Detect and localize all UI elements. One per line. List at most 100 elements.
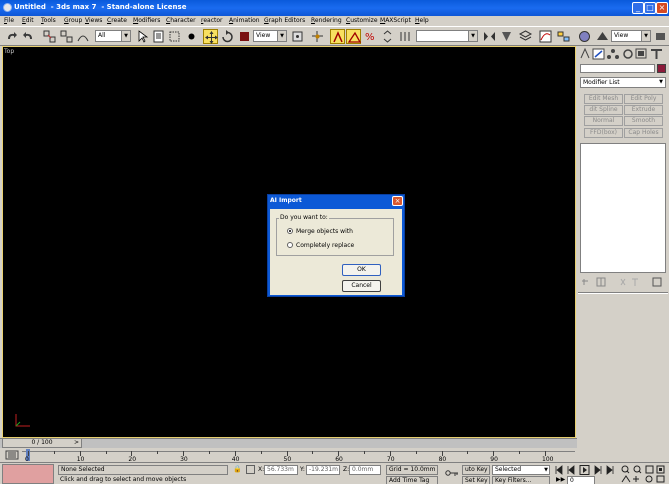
configure-modifier-sets-icon[interactable] [652,277,662,287]
menu-graph-editors[interactable]: Graph Editors [264,17,305,24]
x-coord-field[interactable]: 56.733m [264,465,298,475]
menu-character[interactable]: Character [166,17,196,24]
snaps-toggle-icon[interactable] [330,29,345,44]
make-unique-icon[interactable] [620,278,626,286]
auto-key-button[interactable]: uto Key [462,465,490,475]
modify-tab-icon[interactable] [592,48,605,60]
go-to-end-icon[interactable] [606,465,614,475]
menu-tools[interactable]: Tools [41,17,56,24]
zoom-extents-icon[interactable] [645,465,654,474]
edit-mesh-button[interactable]: Edit Mesh [584,94,623,104]
menu-maxscript[interactable]: MAXScript [380,17,411,24]
smooth-button[interactable]: Smooth [624,116,663,126]
modifier-stack[interactable] [580,143,666,273]
next-frame-arrow[interactable]: > [74,439,79,446]
align-icon[interactable] [499,29,514,44]
merge-radio[interactable] [287,228,293,234]
menu-rendering[interactable]: Rendering [311,17,342,24]
layer-manager-icon[interactable] [518,29,533,44]
window-crossing-icon[interactable] [184,29,199,44]
select-and-scale-icon[interactable] [237,29,252,44]
y-coord-field[interactable]: -19.231m [306,465,340,475]
normal-button[interactable]: Normal [584,116,623,126]
spinner-snap-icon[interactable] [380,29,395,44]
replace-option-label[interactable]: Completely replace [296,242,354,249]
menu-customize[interactable]: Customize [346,17,378,24]
lock-selection-icon[interactable]: 🔒 [233,465,242,473]
set-key-button[interactable]: Set Key [462,476,490,484]
menu-help[interactable]: Help [415,17,429,24]
motion-tab-icon[interactable] [623,49,633,59]
absolute-mode-icon[interactable] [246,465,255,474]
play-icon[interactable] [579,465,590,475]
key-icon[interactable] [445,468,459,478]
z-coord-field[interactable]: 0.0mm [349,465,381,475]
menu-create[interactable]: Create [107,17,127,24]
ffd-box-button[interactable]: FFD(box) [584,128,623,138]
key-mode-toggle-icon[interactable]: ▶▶ [556,476,565,483]
redo-icon[interactable] [21,29,36,44]
named-selection-icon[interactable] [398,29,413,44]
display-tab-icon[interactable] [635,48,647,59]
pivot-point-icon[interactable] [290,29,305,44]
object-name-field[interactable] [580,64,655,73]
edit-poly-button[interactable]: Edit Poly [624,94,663,104]
show-end-result-icon[interactable] [596,277,606,287]
modifier-list-dropdown[interactable]: Modifier List ▼ [580,77,666,88]
remove-modifier-icon[interactable] [632,278,638,286]
menu-group[interactable]: Group [64,17,82,24]
select-and-move-icon[interactable] [203,29,218,44]
render-type-dropdown[interactable]: View ▼ [611,30,651,42]
select-by-name-icon[interactable] [151,29,166,44]
time-slider-thumb[interactable]: 0 / 100 [2,438,82,448]
object-color-swatch[interactable] [657,64,666,73]
material-editor-icon[interactable] [577,29,592,44]
previous-frame-icon[interactable] [567,465,575,475]
select-and-rotate-icon[interactable] [220,29,235,44]
open-mini-curve-editor-icon[interactable] [5,450,19,460]
menu-edit[interactable]: Edit [22,17,34,24]
schematic-view-icon[interactable] [556,29,571,44]
next-frame-icon[interactable] [594,465,602,475]
hierarchy-tab-icon[interactable] [607,49,619,59]
zoom-extents-all-icon[interactable] [656,465,665,474]
menu-views[interactable]: Views [85,17,102,24]
merge-option-label[interactable]: Merge objects with [296,228,353,235]
render-scene-icon[interactable] [595,29,610,44]
rectangular-selection-icon[interactable] [167,29,182,44]
replace-radio[interactable] [287,242,293,248]
utilities-tab-icon[interactable] [651,49,662,59]
zoom-icon[interactable] [621,465,630,474]
app-icon[interactable] [3,3,12,12]
close-window-button[interactable]: × [656,2,668,14]
manipulate-icon[interactable] [310,29,325,44]
named-selection-sets-dropdown[interactable]: ▼ [416,30,478,42]
minimize-button[interactable]: _ [632,2,644,14]
pan-icon[interactable] [633,476,639,482]
edit-spline-button[interactable]: dit Spline [584,105,623,115]
time-slider-track[interactable] [0,438,577,448]
cancel-button[interactable]: Cancel [342,280,381,292]
selection-filter-dropdown[interactable]: All ▼ [95,30,131,42]
menu-modifiers[interactable]: Modifiers [133,17,160,24]
create-tab-icon[interactable] [580,47,590,59]
menu-file[interactable]: File [4,17,14,24]
arc-rotate-icon[interactable] [645,475,653,483]
key-mode-dropdown[interactable]: Selected ▼ [492,465,550,475]
angle-snap-icon[interactable] [346,29,362,44]
bind-space-warp-icon[interactable] [76,29,91,44]
cap-holes-button[interactable]: Cap Holes [624,128,663,138]
reference-coordinate-dropdown[interactable]: View ▼ [253,30,287,42]
dialog-close-button[interactable]: × [392,196,403,206]
curve-editor-icon[interactable] [538,29,553,44]
select-object-icon[interactable] [135,29,150,44]
quick-render-icon[interactable] [653,29,668,44]
link-icon[interactable] [42,29,57,44]
ok-button[interactable]: OK [342,264,381,276]
menu-animation[interactable]: Animation [229,17,260,24]
current-frame-field[interactable]: 0 [567,476,595,484]
unlink-icon[interactable] [59,29,74,44]
go-to-start-icon[interactable] [555,465,563,475]
undo-icon[interactable] [4,29,19,44]
field-of-view-icon[interactable] [621,475,631,483]
